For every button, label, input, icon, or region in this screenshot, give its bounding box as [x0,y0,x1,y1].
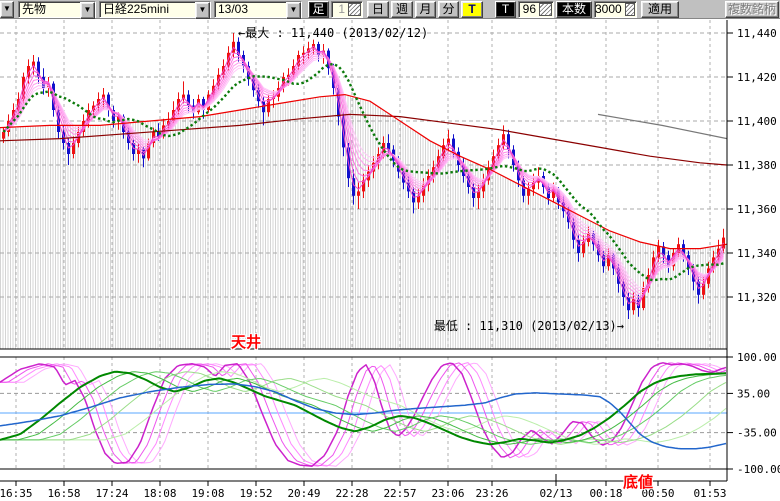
time-tick-label: 23:06 [431,487,464,500]
symbol-value: 日経225mini [100,2,195,17]
bar-type-button[interactable]: 足 [308,1,329,18]
time-tick-label: 16:35 [0,487,33,500]
bar-count-stepper[interactable]: 3000 [594,1,637,18]
price-tick-label: 11,380 [737,159,777,172]
tick-mode-button-active[interactable]: T [461,1,483,18]
time-tick-label: 00:18 [589,487,622,500]
tick-label-button[interactable]: T [495,1,516,18]
price-tick-label: 11,360 [737,203,777,216]
time-tick-label: 19:08 [191,487,224,500]
interval-value: 1 [332,2,347,16]
osc-tick-label: -35.00 [737,427,777,440]
partial-combo-arrow-icon[interactable]: ▼ [0,1,14,18]
spinner-icon[interactable] [539,3,552,16]
bottom-annotation: 底値 [623,473,653,491]
min-annotation: 最低 : 11,310 (2013/02/13)→ [434,319,624,333]
time-tick-label: 01:53 [693,487,726,500]
time-tick-label: 19:52 [239,487,272,500]
price-tick-label: 11,340 [737,247,777,260]
apply-button[interactable]: 適用 [641,1,679,18]
chevron-down-icon[interactable]: ▼ [80,2,95,19]
price-tick-label: 11,320 [737,291,777,304]
time-tick-label: 18:08 [143,487,176,500]
ceiling-annotation: 天井 [231,333,261,351]
app-window: { "toolbar": { "partial_combo_arrow": "▼… [0,0,780,501]
time-tick-label: 02/13 [539,487,572,500]
price-tick-label: 11,440 [737,27,777,40]
chevron-down-icon[interactable]: ▼ [286,2,301,19]
time-tick-label: 16:58 [47,487,80,500]
contract-combobox[interactable]: 13/03 ▼ [214,1,302,18]
time-tick-label: 17:24 [95,487,128,500]
price-chart-canvas[interactable]: 11,440 11,420 11,400 11,380 11,360 11,340 11,3… [0,19,780,501]
chevron-down-icon[interactable]: ▼ [195,2,210,19]
bar-count-value: 3000 [595,2,624,16]
tick-count-value: 96 [519,2,538,16]
minute-button[interactable]: 分 [438,1,459,18]
price-tick-label: 11,420 [737,71,777,84]
osc-tick-label: 35.00 [737,387,770,400]
contract-value: 13/03 [215,2,286,17]
symbol-combobox[interactable]: 日経225mini ▼ [99,1,211,18]
bar-count-label-button[interactable]: 本数 [556,1,592,18]
max-annotation: ←最大 : 11,440 (2013/02/12) [238,26,428,40]
chart-area[interactable]: 11,440 11,420 11,400 11,380 11,360 11,340 11,3… [0,19,780,501]
tick-count-stepper[interactable]: 96 [518,1,554,18]
osc-tick-label: 100.00 [737,351,777,364]
spinner-icon[interactable] [625,3,635,16]
time-tick-label: 22:57 [383,487,416,500]
time-tick-label: 22:28 [335,487,368,500]
multi-symbol-button: 複数銘柄 [725,1,779,18]
category-value: 先物 [19,2,80,17]
spinner-icon[interactable] [348,3,361,16]
monthly-button[interactable]: 月 [415,1,436,18]
price-tick-label: 11,400 [737,115,777,128]
daily-button[interactable]: 日 [367,1,389,18]
weekly-button[interactable]: 週 [391,1,413,18]
time-tick-label: 20:49 [287,487,320,500]
osc-tick-label: -100.00 [737,463,780,476]
time-tick-label: 23:26 [475,487,508,500]
category-combobox[interactable]: 先物 ▼ [18,1,96,18]
interval-stepper[interactable]: 1 [331,1,363,18]
toolbar: ▼ 先物 ▼ 日経225mini ▼ 13/03 ▼ 足 1 日 週 月 分 T… [0,0,780,19]
